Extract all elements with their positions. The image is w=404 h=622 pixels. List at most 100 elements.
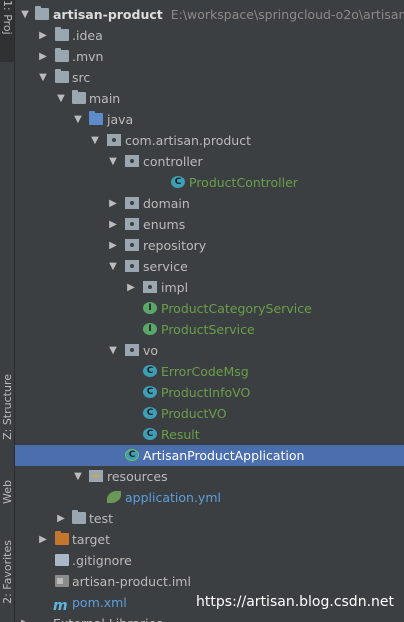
tree-node-domain[interactable]: ▶ domain xyxy=(15,193,404,214)
collapsed-arrow-icon[interactable]: ▶ xyxy=(37,46,49,67)
tree-node-gitignore[interactable]: .gitignore xyxy=(15,550,404,571)
tree-node-main[interactable]: ▼ main xyxy=(15,88,404,109)
source-folder-icon xyxy=(89,111,103,125)
class-icon: C xyxy=(143,428,157,440)
tree-node-test[interactable]: ▶ test xyxy=(15,508,404,529)
class-icon: C xyxy=(143,365,157,377)
tree-node-enums[interactable]: ▶ enums xyxy=(15,214,404,235)
expand-arrow-icon[interactable]: ▼ xyxy=(89,130,101,151)
tree-node-product-info-vo[interactable]: C ProductInfoVO xyxy=(15,382,404,403)
tree-node-mvn[interactable]: ▶ .mvn xyxy=(15,46,404,67)
collapsed-arrow-icon[interactable]: ▶ xyxy=(107,193,119,214)
tree-label: .idea xyxy=(72,28,103,43)
tree-node-java[interactable]: ▼ java xyxy=(15,109,404,130)
package-icon xyxy=(125,218,139,230)
tree-node-application-yml[interactable]: application.yml xyxy=(15,487,404,508)
tree-node-package[interactable]: ▼ com.artisan.product xyxy=(15,130,404,151)
collapsed-arrow-icon[interactable]: ▶ xyxy=(107,214,119,235)
interface-icon: I xyxy=(143,302,157,314)
package-icon xyxy=(125,344,139,356)
package-icon xyxy=(125,197,139,209)
class-icon: C xyxy=(143,386,157,398)
tree-label: ProductController xyxy=(189,175,298,190)
collapsed-arrow-icon[interactable]: ▶ xyxy=(125,277,137,298)
root-path: E:\workspace\springcloud-o2o\artisan-pro xyxy=(170,7,404,22)
tree-label: vo xyxy=(143,343,159,358)
tab-favorites[interactable]: 2: Favorites xyxy=(0,536,14,612)
expand-arrow-icon[interactable]: ▼ xyxy=(107,151,119,172)
collapsed-arrow-icon[interactable]: ▶ xyxy=(107,235,119,256)
tree-label: test xyxy=(89,511,114,526)
project-tree: ▼ artisan-product E:\workspace\springclo… xyxy=(15,0,404,622)
interface-icon: I xyxy=(143,323,157,335)
expand-arrow-icon[interactable]: ▼ xyxy=(37,67,49,88)
expand-arrow-icon[interactable]: ▼ xyxy=(72,466,84,487)
tree-label: Result xyxy=(161,427,200,442)
expand-arrow-icon[interactable]: ▼ xyxy=(107,340,119,361)
tree-label: impl xyxy=(161,280,189,295)
package-icon xyxy=(125,239,139,251)
tree-node-target[interactable]: ▶ target xyxy=(15,529,404,550)
tree-label: pom.xml xyxy=(72,595,127,610)
spring-config-icon xyxy=(107,491,121,503)
module-folder-icon xyxy=(35,6,49,20)
tree-label: application.yml xyxy=(125,490,221,505)
tree-node-idea[interactable]: ▶ .idea xyxy=(15,25,404,46)
tree-label: .mvn xyxy=(72,49,104,64)
expand-arrow-icon[interactable]: ▼ xyxy=(72,109,84,130)
text-file-icon xyxy=(55,554,69,566)
tree-node-service[interactable]: ▼ service xyxy=(15,256,404,277)
tree-label: enums xyxy=(143,217,186,232)
tree-label: ProductCategoryService xyxy=(161,301,312,316)
tab-web[interactable]: Web xyxy=(0,476,14,524)
tree-node-product-controller[interactable]: C ProductController xyxy=(15,172,404,193)
tree-node-result[interactable]: C Result xyxy=(15,424,404,445)
class-icon: C xyxy=(143,407,157,419)
tree-label: src xyxy=(72,70,91,85)
tree-label: main xyxy=(89,91,121,106)
tree-node-product-vo[interactable]: C ProductVO xyxy=(15,403,404,424)
tree-node-impl[interactable]: ▶ impl xyxy=(15,277,404,298)
tool-window-strip: 1: Proj Z: Structure Web 2: Favorites xyxy=(0,0,15,622)
collapsed-arrow-icon[interactable]: ▶ xyxy=(37,529,49,550)
tree-label: java xyxy=(107,112,134,127)
spring-boot-class-icon: C xyxy=(125,449,139,461)
collapsed-arrow-icon[interactable]: ▶ xyxy=(19,613,31,622)
tree-node-vo[interactable]: ▼ vo xyxy=(15,340,404,361)
tree-node-product-service[interactable]: I ProductService xyxy=(15,319,404,340)
tree-node-repository[interactable]: ▶ repository xyxy=(15,235,404,256)
expand-arrow-icon[interactable]: ▼ xyxy=(107,256,119,277)
tree-label: controller xyxy=(143,154,203,169)
excluded-folder-icon xyxy=(55,531,69,545)
package-icon xyxy=(107,134,121,146)
tree-node-resources[interactable]: ▼ resources xyxy=(15,466,404,487)
tree-node-controller[interactable]: ▼ controller xyxy=(15,151,404,172)
tree-node-application-class[interactable]: C ArtisanProductApplication xyxy=(15,445,404,466)
expand-arrow-icon[interactable]: ▼ xyxy=(19,4,31,25)
tab-project[interactable]: 1: Proj xyxy=(0,0,14,62)
tree-node-external-libraries[interactable]: ▶ External Libraries xyxy=(15,613,404,622)
tab-structure[interactable]: Z: Structure xyxy=(0,370,14,456)
tree-label: ErrorCodeMsg xyxy=(161,364,249,379)
package-icon xyxy=(125,260,139,272)
tree-node-root[interactable]: ▼ artisan-product E:\workspace\springclo… xyxy=(15,4,404,25)
tree-label: com.artisan.product xyxy=(125,133,251,148)
expand-arrow-icon[interactable]: ▼ xyxy=(55,88,67,109)
tree-node-iml[interactable]: artisan-product.iml xyxy=(15,571,404,592)
maven-icon: m xyxy=(53,598,68,614)
collapsed-arrow-icon[interactable]: ▶ xyxy=(55,508,67,529)
resources-folder-icon xyxy=(89,470,103,482)
folder-icon xyxy=(72,90,86,104)
tree-label: artisan-product.iml xyxy=(72,574,191,589)
folder-icon xyxy=(72,510,86,524)
root-name: artisan-product xyxy=(53,7,163,22)
package-icon xyxy=(143,281,157,293)
tree-label: service xyxy=(143,259,188,274)
tree-node-src[interactable]: ▼ src xyxy=(15,67,404,88)
tree-node-error-code-msg[interactable]: C ErrorCodeMsg xyxy=(15,361,404,382)
tree-label: .gitignore xyxy=(72,553,132,568)
tree-label: External Libraries xyxy=(53,613,163,622)
collapsed-arrow-icon[interactable]: ▶ xyxy=(37,25,49,46)
tree-node-product-category-service[interactable]: I ProductCategoryService xyxy=(15,298,404,319)
folder-icon xyxy=(55,69,69,83)
